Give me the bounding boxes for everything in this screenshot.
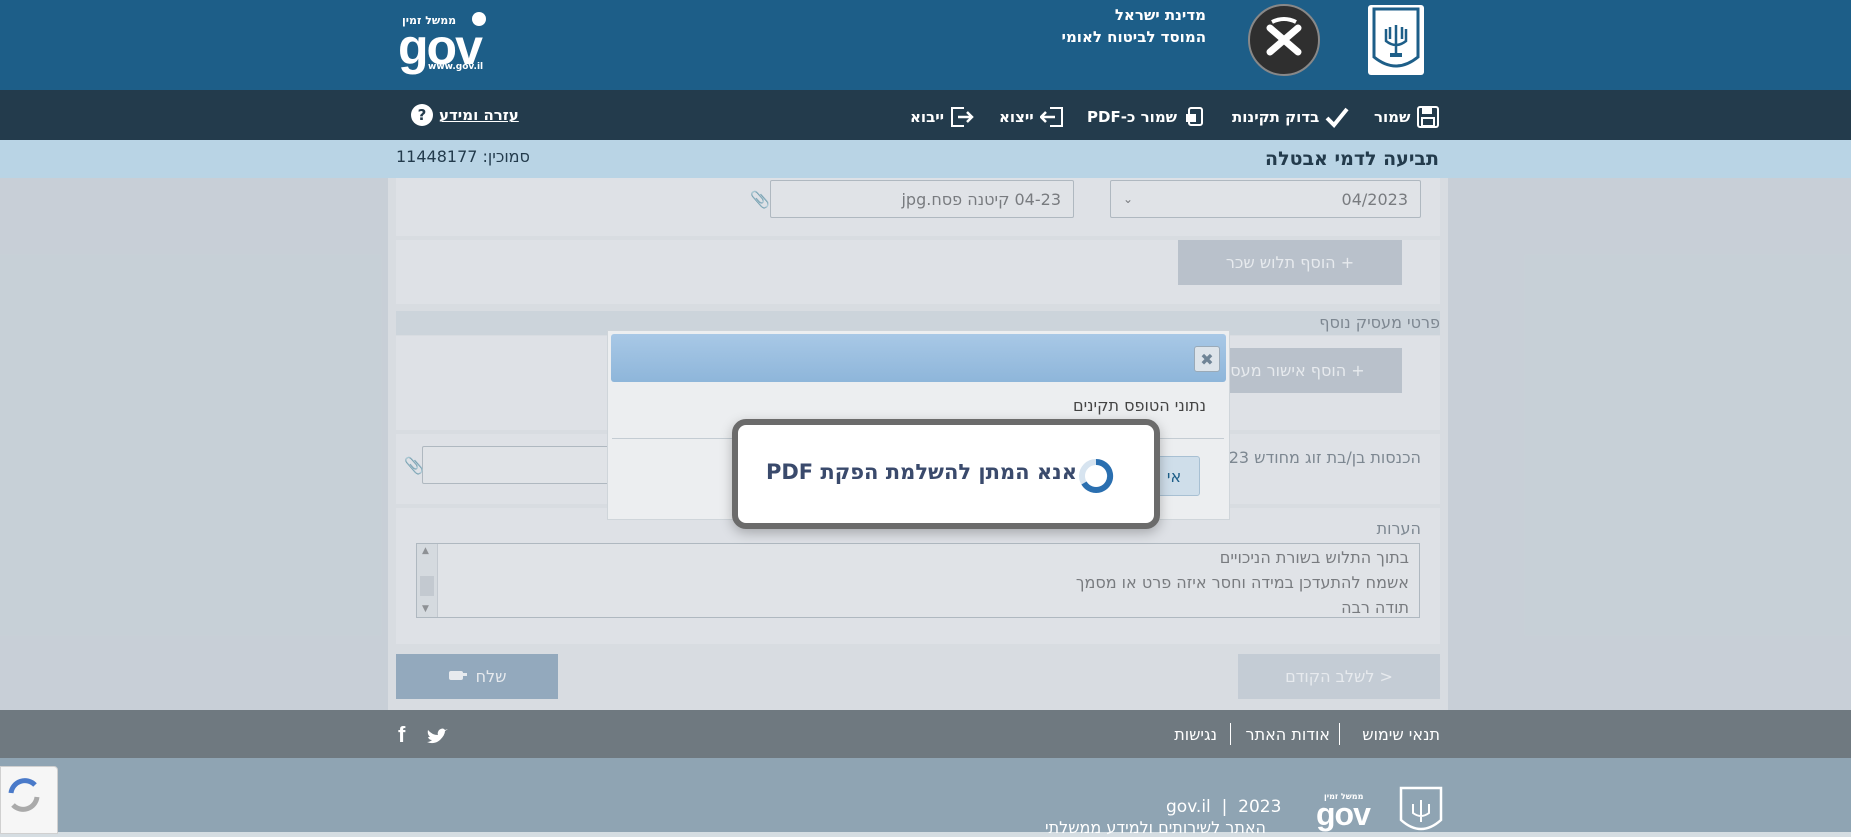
footer-bottom [0,758,1851,832]
gov-logo-url: www.gov.il [428,62,484,72]
footer-emblem-icon [1398,786,1444,832]
footer-divider: | [1210,797,1239,817]
question-mark-icon: ? [411,104,433,126]
twitter-icon[interactable] [426,728,448,750]
recaptcha-badge[interactable] [0,766,58,834]
footer-separator-2 [1230,723,1231,745]
state-emblem-icon [1368,5,1424,75]
export-arrow-icon [1039,105,1064,129]
help-link[interactable]: עזרה ומידע ? [411,104,519,126]
footer-accessibility-link[interactable]: נגישות [1174,725,1217,744]
close-icon[interactable]: ✖ [1194,346,1220,372]
spinner-icon [1078,458,1114,494]
save-button[interactable]: שמור [1374,104,1440,130]
import-arrow-icon [950,105,974,129]
export-label: ייצוא [999,108,1034,126]
import-button[interactable]: ייבוא [910,104,974,130]
loading-message: אנא המתן להשלמת הפקת PDF [765,460,1077,484]
help-label: עזרה ומידע [439,106,519,124]
org-name-state: מדינת ישראל [1114,6,1206,24]
footer-description: האתר לשירותים ולמידע ממשלתי [1045,818,1266,837]
footer-gov-text: gov [1316,796,1371,832]
footer-links-bar [0,710,1851,758]
gov-logo[interactable]: ממשל זמין gov www.gov.il [398,10,488,75]
save-label: שמור [1374,108,1411,126]
dialog-message: נתוני הטופס תקינים [1072,396,1206,415]
reference-number: סמוכין: 11448177 [396,147,530,166]
checkmark-icon [1325,105,1349,129]
site-header [0,0,1851,90]
form-title: תביעה לדמי אבטלה [1265,148,1439,170]
footer-site: gov.il [1166,797,1211,817]
save-pdf-button[interactable]: שמור כ-PDF [1087,104,1207,130]
facebook-icon[interactable]: f [398,722,405,748]
footer-separator-1 [1339,723,1340,745]
nii-logo-icon [1248,4,1320,76]
floppy-disk-icon [1416,105,1440,129]
footer-year: 2023 [1238,797,1282,817]
footer-gov-logo[interactable]: ממשל זמין gov [1316,792,1376,832]
footer-about-link[interactable]: אודות האתר [1246,725,1330,744]
form-title-bar [0,140,1851,178]
import-label: ייבוא [910,108,945,126]
save-pdf-label: שמור כ-PDF [1087,108,1178,126]
export-button[interactable]: ייצוא [999,104,1064,130]
validate-button[interactable]: בדוק תקינות [1232,104,1349,130]
pdf-icon [1183,105,1207,129]
validate-label: בדוק תקינות [1232,108,1320,126]
footer-terms-link[interactable]: תנאי שימוש [1362,725,1440,744]
footer-copyright: gov.il | 2023 [1166,797,1281,817]
dialog-header [611,334,1226,382]
org-name-institute: המוסד לביטוח לאומי [1061,28,1206,46]
